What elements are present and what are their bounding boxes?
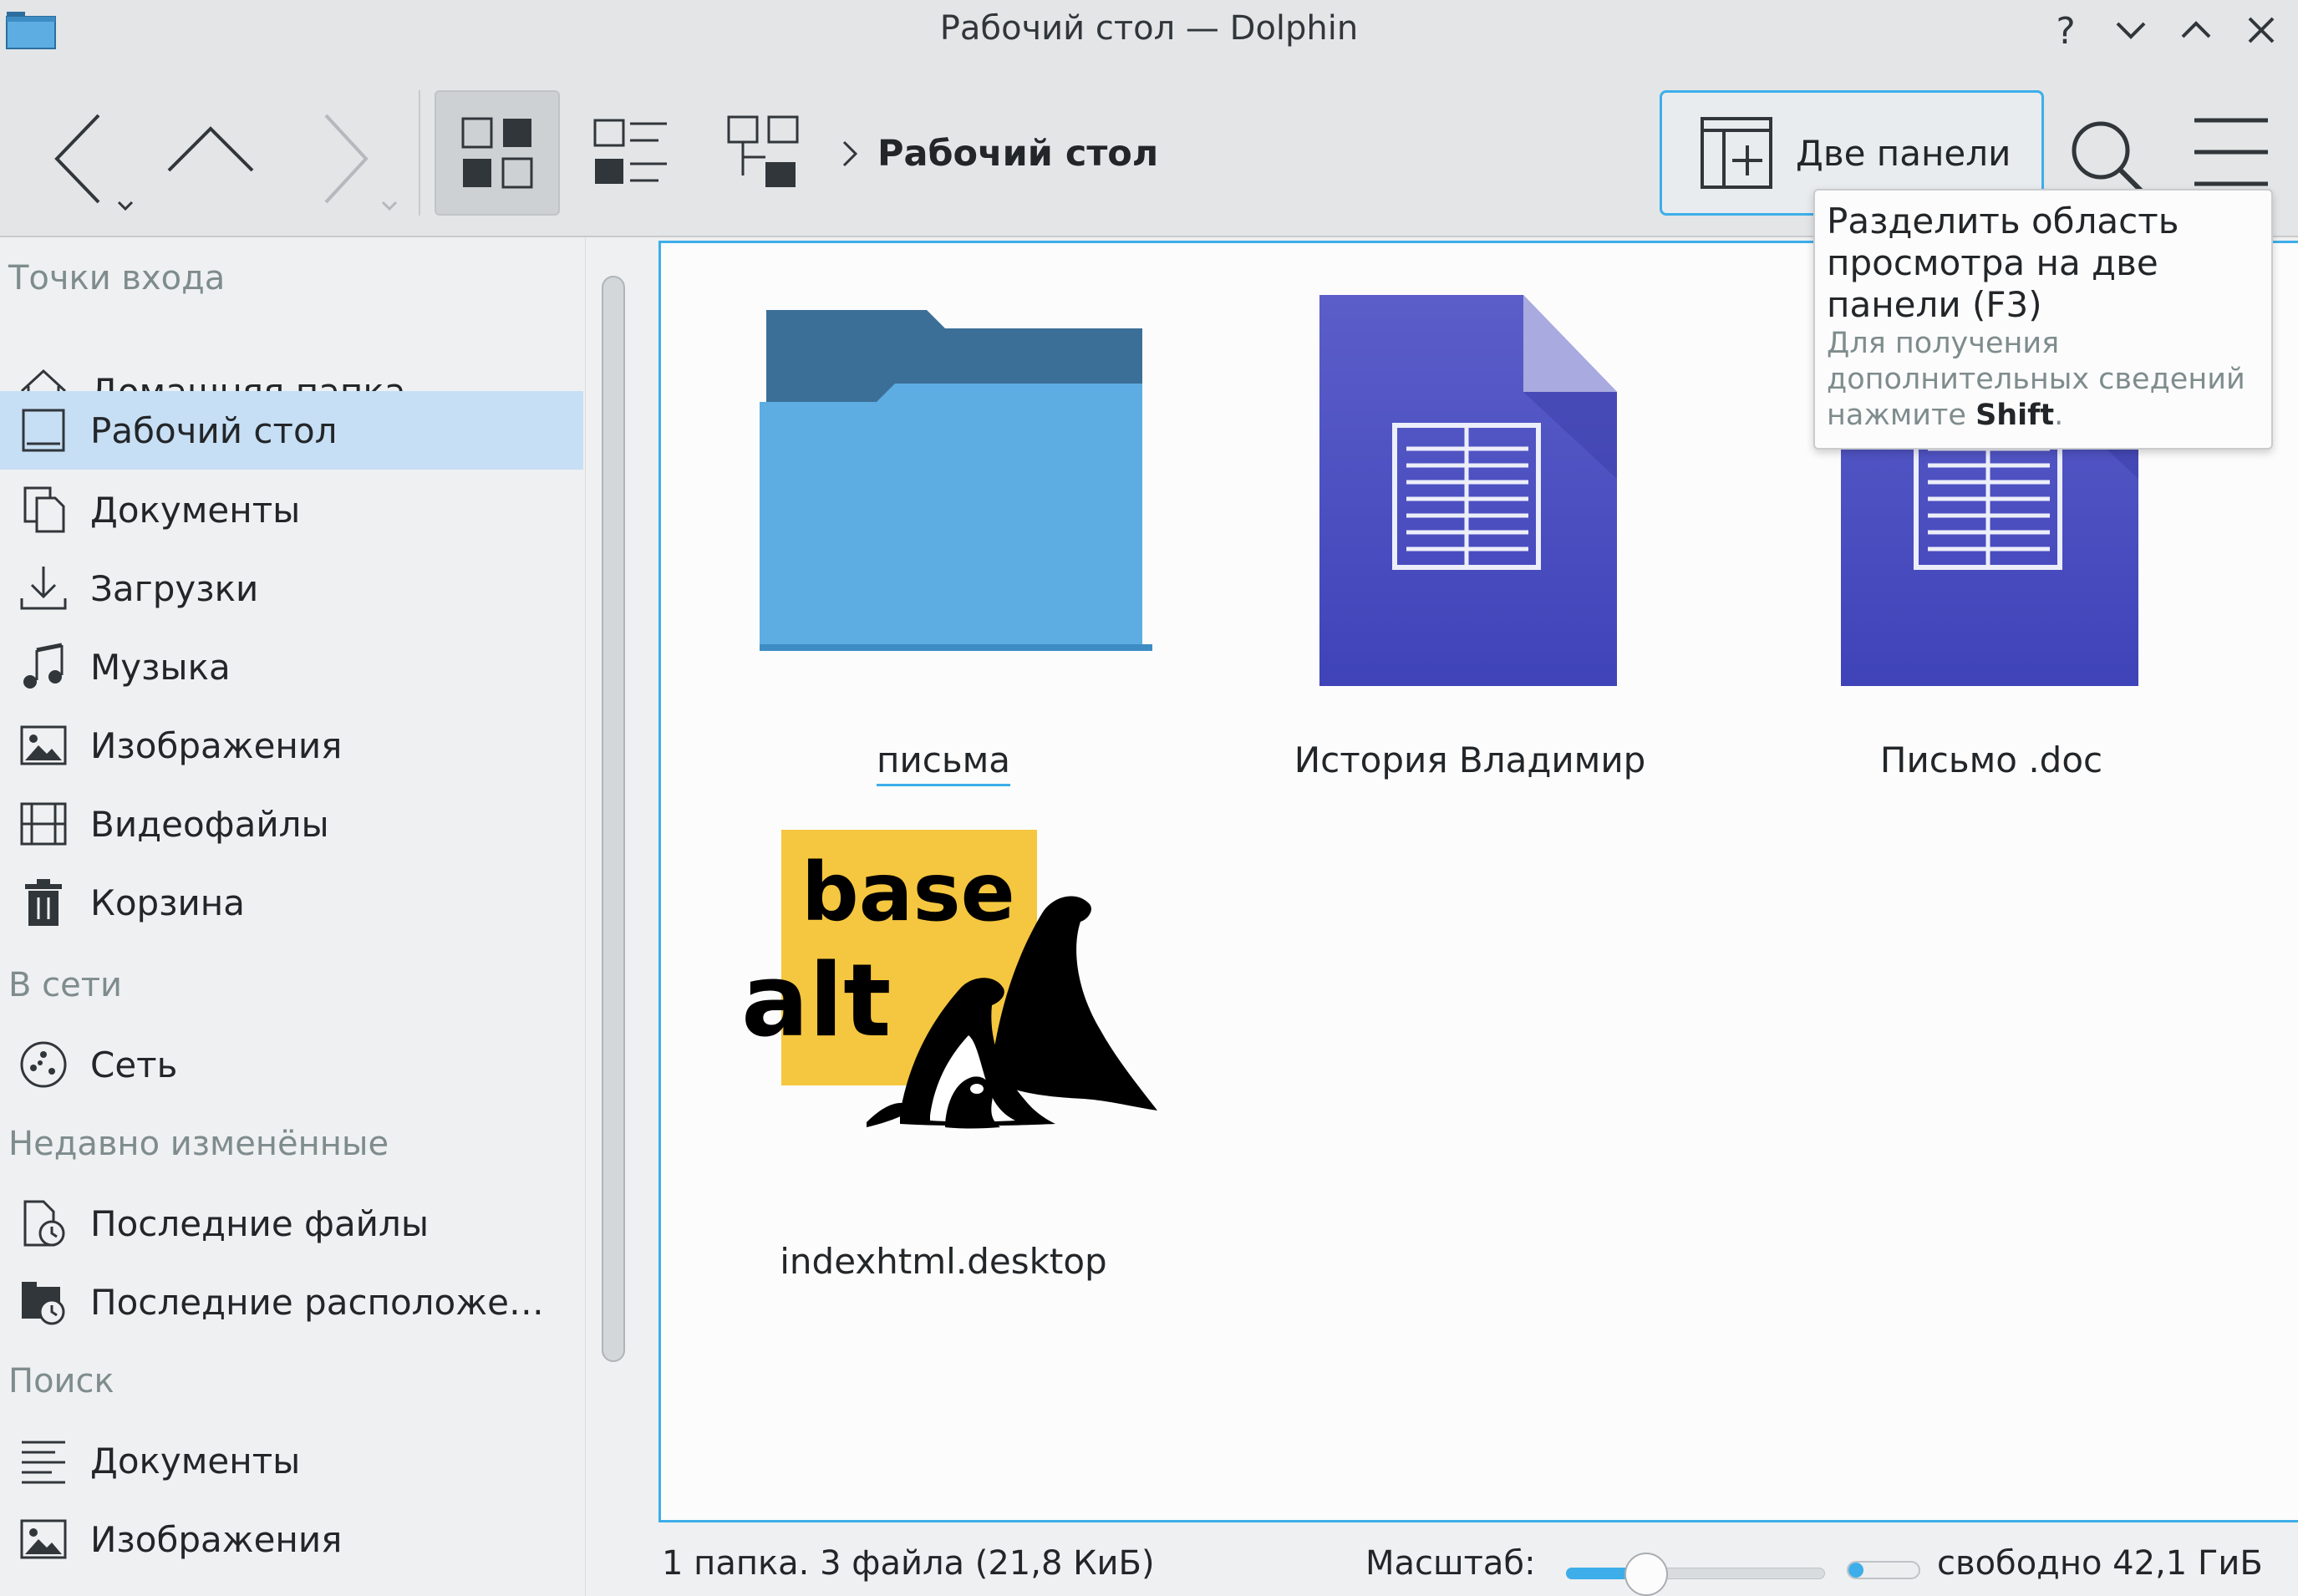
- breadcrumb-current[interactable]: Рабочий стол: [877, 133, 1158, 175]
- status-summary: 1 папка. 3 файла (21,8 КиБ): [662, 1544, 1155, 1583]
- trash-icon: [25, 879, 62, 926]
- place-network[interactable]: Сеть: [0, 1026, 583, 1103]
- place-label: Корзина: [90, 882, 246, 923]
- window-title: Рабочий стол — Dolphin: [939, 9, 1359, 48]
- view-mode-compact-button[interactable]: [568, 90, 694, 216]
- section-title-recent: Недавно изменённые: [8, 1125, 389, 1163]
- zoom-slider-handle[interactable]: [1624, 1553, 1669, 1596]
- file-item-folder[interactable]: письма: [709, 268, 1177, 780]
- recent-files-icon: [23, 1200, 65, 1247]
- up-button[interactable]: [164, 119, 257, 186]
- document-icon: [1319, 295, 1617, 686]
- file-item-desktop[interactable]: base alt indexhtml.desktop: [709, 811, 1177, 1313]
- music-icon: [23, 643, 64, 689]
- place-label: Изображения: [90, 724, 343, 766]
- free-space-fill: [1848, 1563, 1864, 1578]
- place-downloads[interactable]: Загрузки: [0, 550, 583, 627]
- close-icon[interactable]: [2240, 8, 2283, 52]
- svg-text:alt: alt: [741, 943, 891, 1060]
- desktop-icon: [22, 409, 65, 452]
- tooltip-hint: Для получения дополнительных сведений на…: [1827, 326, 2260, 434]
- zoom-slider[interactable]: [1566, 1551, 1825, 1596]
- free-space-label: свободно 42,1 ГиБ: [1937, 1544, 2263, 1583]
- section-title-places: Точки входа: [8, 259, 226, 297]
- hamburger-menu-icon[interactable]: [2189, 114, 2273, 197]
- view-icons-icon: [461, 117, 533, 189]
- view-mode-details-button[interactable]: [702, 90, 827, 216]
- free-space-bar: [1847, 1561, 1920, 1579]
- place-videos[interactable]: Видеофайлы: [0, 785, 583, 862]
- place-trash[interactable]: Корзина: [0, 864, 583, 941]
- file-item-name: История Владимир: [1294, 740, 1646, 780]
- search-documents-icon: [22, 1441, 65, 1484]
- image-icon: [20, 725, 67, 765]
- file-item-name: indexhtml.desktop: [780, 1241, 1107, 1282]
- tooltip-hint-key: Shift: [1975, 399, 2055, 432]
- place-search-images[interactable]: Изображения: [0, 1501, 583, 1578]
- help-icon[interactable]: ?: [2044, 8, 2087, 52]
- video-icon: [20, 802, 67, 846]
- network-icon: [20, 1041, 67, 1088]
- place-label: Последние файлы: [90, 1202, 429, 1244]
- split-view-icon: [1701, 117, 1772, 189]
- place-label: Музыка: [90, 646, 231, 688]
- place-desktop[interactable]: Рабочий стол: [0, 391, 583, 470]
- breadcrumb[interactable]: Рабочий стол: [836, 120, 1158, 187]
- view-mode-icons-button[interactable]: [435, 90, 560, 216]
- place-label: Последние расположе…: [90, 1281, 544, 1323]
- section-title-network: В сети: [8, 966, 123, 1004]
- view-tree-icon: [727, 115, 799, 187]
- documents-icon: [23, 486, 65, 533]
- folder-icon: [760, 310, 1152, 651]
- place-recent-locations[interactable]: Последние расположе…: [0, 1263, 583, 1340]
- minimize-icon[interactable]: [2109, 8, 2153, 52]
- search-images-icon: [20, 1519, 67, 1559]
- place-music[interactable]: Музыка: [0, 628, 583, 705]
- zoom-label: Масштаб:: [1365, 1544, 1536, 1583]
- view-compact-icon: [593, 119, 667, 184]
- place-documents[interactable]: Документы: [0, 471, 583, 548]
- file-item-name: Письмо .doc: [1879, 740, 2103, 780]
- download-icon: [20, 567, 67, 610]
- svg-text:base: base: [801, 846, 1015, 939]
- title-bar: Рабочий стол — Dolphin ?: [0, 0, 2298, 57]
- place-pictures[interactable]: Изображения: [0, 707, 583, 784]
- recent-locations-icon: [22, 1282, 65, 1325]
- file-item-name: письма: [876, 740, 1011, 780]
- section-title-search: Поиск: [8, 1362, 114, 1400]
- toolbar-separator: [419, 90, 420, 216]
- place-label: Документы: [90, 489, 301, 531]
- place-search-documents[interactable]: Документы: [0, 1422, 583, 1499]
- chevron-right-icon: [842, 140, 858, 167]
- tooltip-title: Разделить область просмотра на две панел…: [1827, 201, 2179, 325]
- maximize-icon[interactable]: [2174, 8, 2218, 52]
- sidebar-divider: [585, 237, 586, 1596]
- place-label: Документы: [90, 1440, 301, 1482]
- file-item-document[interactable]: История Владимир: [1236, 268, 1704, 780]
- tooltip-hint-suffix: .: [2054, 399, 2064, 432]
- place-label: Сеть: [90, 1044, 178, 1085]
- svg-text:?: ?: [2056, 10, 2075, 52]
- place-label: Загрузки: [90, 567, 259, 609]
- place-label: Рабочий стол: [90, 409, 338, 451]
- split-view-label: Две панели: [1796, 132, 2011, 174]
- places-panel: Точки входа Домашняя папка Рабочий стол …: [0, 237, 585, 1596]
- split-view-tooltip: Разделить область просмотра на две панел…: [1813, 189, 2273, 450]
- place-label: Видеофайлы: [90, 803, 329, 845]
- basealt-logo-icon: base alt: [741, 830, 1157, 1129]
- sidebar-scrollbar[interactable]: [602, 276, 625, 1362]
- place-label: Изображения: [90, 1518, 343, 1560]
- place-recent-files[interactable]: Последние файлы: [0, 1185, 583, 1262]
